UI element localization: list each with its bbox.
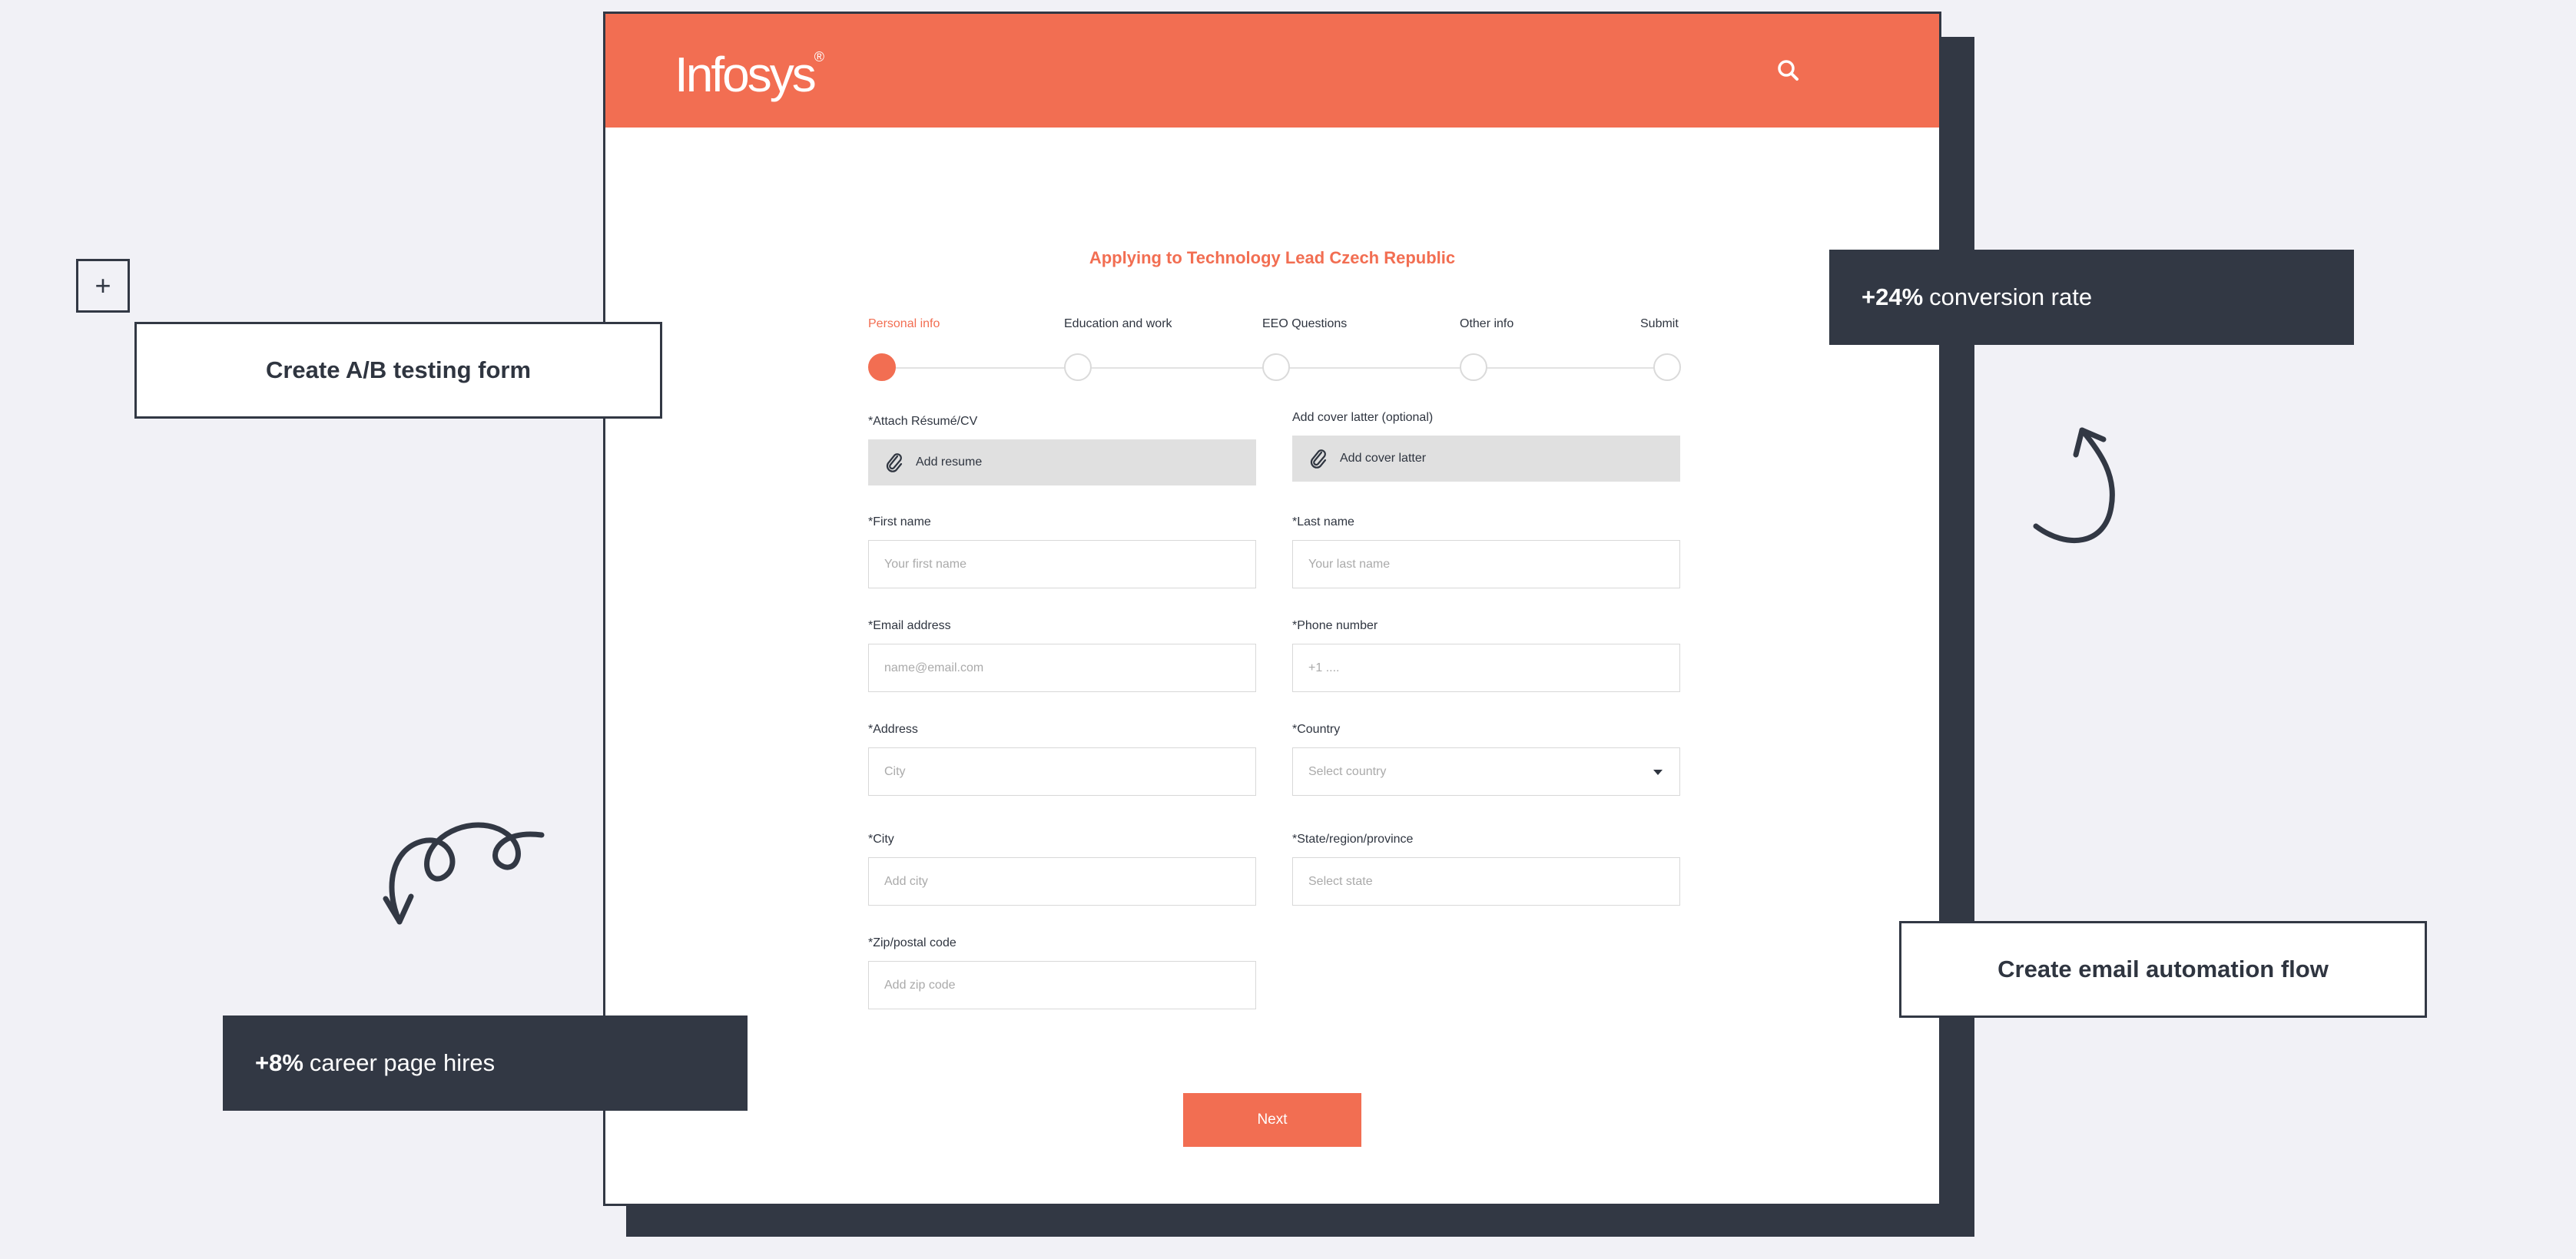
country-field: *Country Select country xyxy=(1292,723,1680,796)
phone-input[interactable] xyxy=(1292,644,1680,692)
form-title: Applying to Technology Lead Czech Republ… xyxy=(1089,248,1456,267)
next-button[interactable]: Next xyxy=(1183,1093,1361,1147)
resume-field: *Attach Résumé/CV Add resume xyxy=(868,415,1256,485)
zip-label: *Zip/postal code xyxy=(868,936,956,949)
step-label: EEO Questions xyxy=(1262,317,1348,330)
paperclip-icon xyxy=(1310,449,1327,469)
last-name-input[interactable] xyxy=(1292,540,1680,588)
step-label: Education and work xyxy=(1064,317,1172,330)
conversion-rate-callout: +24% conversion rate xyxy=(1829,250,2354,345)
state-field: *State/region/province Select state xyxy=(1292,833,1680,906)
first-name-input[interactable] xyxy=(868,540,1256,588)
cover-letter-field: Add cover latter (optional) Add cover la… xyxy=(1292,411,1680,482)
city-field: *City xyxy=(868,833,1256,906)
cover-letter-label: Add cover latter (optional) xyxy=(1292,411,1434,424)
first-name-label: *First name xyxy=(868,515,931,528)
step-dot-current xyxy=(868,353,896,381)
step-label: Personal info xyxy=(868,317,940,330)
loop-arrow-icon xyxy=(383,822,545,925)
add-cover-letter-label: Add cover latter xyxy=(1340,452,1427,465)
logo-registered-mark: ® xyxy=(814,49,825,65)
email-label: *Email address xyxy=(868,619,951,632)
careers-page-window: Infosys® Applying to Technology Lead Cze… xyxy=(603,12,1941,1206)
country-select[interactable]: Select country xyxy=(1292,747,1680,796)
step-personal-info[interactable]: Personal info xyxy=(868,317,940,381)
zip-field: *Zip/postal code xyxy=(868,936,1256,1009)
phone-field: *Phone number xyxy=(1292,619,1680,692)
step-eeo-questions[interactable]: EEO Questions xyxy=(1262,317,1348,381)
last-name-field: *Last name xyxy=(1292,515,1680,588)
step-submit[interactable]: Submit xyxy=(1640,317,1681,381)
email-input[interactable] xyxy=(868,644,1256,692)
step-other-info[interactable]: Other info xyxy=(1460,317,1514,381)
conversion-rate-value: +24% xyxy=(1862,283,1924,310)
site-header: Infosys® xyxy=(605,14,1939,128)
last-name-label: *Last name xyxy=(1292,515,1354,528)
step-education-work[interactable]: Education and work xyxy=(1064,317,1172,381)
address-input[interactable] xyxy=(868,747,1256,796)
search-icon[interactable] xyxy=(1773,55,1804,86)
city-label: *City xyxy=(868,833,894,846)
city-input[interactable] xyxy=(868,857,1256,906)
resume-label: *Attach Résumé/CV xyxy=(868,415,978,428)
step-dot xyxy=(1064,353,1092,381)
curved-arrow-icon xyxy=(2033,427,2115,544)
add-ab-test-button[interactable]: + xyxy=(76,259,130,313)
add-resume-label: Add resume xyxy=(916,456,983,469)
email-automation-callout: Create email automation flow xyxy=(1899,921,2427,1018)
phone-label: *Phone number xyxy=(1292,619,1378,632)
step-progress: Personal info Education and work EEO Que… xyxy=(868,317,1681,386)
step-label: Other info xyxy=(1460,317,1514,330)
step-dot xyxy=(1262,353,1290,381)
conversion-rate-text: conversion rate xyxy=(1929,283,2093,310)
chevron-down-icon xyxy=(1653,770,1663,775)
step-dot xyxy=(1460,353,1487,381)
zip-input[interactable] xyxy=(868,961,1256,1009)
career-hires-callout: +8% career page hires xyxy=(223,1015,748,1111)
state-select-placeholder: Select state xyxy=(1308,874,1373,888)
add-resume-button[interactable]: Add resume xyxy=(868,439,1256,485)
email-field: *Email address xyxy=(868,619,1256,692)
state-label: *State/region/province xyxy=(1292,833,1414,846)
ab-testing-callout: Create A/B testing form xyxy=(134,322,662,419)
career-hires-value: +8% xyxy=(255,1049,303,1076)
state-select[interactable]: Select state xyxy=(1292,857,1680,906)
address-field: *Address xyxy=(868,723,1256,796)
career-hires-text: career page hires xyxy=(309,1049,496,1076)
infosys-logo[interactable]: Infosys® xyxy=(675,46,824,103)
address-label: *Address xyxy=(868,723,918,736)
paperclip-icon xyxy=(886,453,903,472)
country-label: *Country xyxy=(1292,723,1341,736)
country-select-placeholder: Select country xyxy=(1308,764,1387,778)
step-dot xyxy=(1653,353,1681,381)
first-name-field: *First name xyxy=(868,515,1256,588)
add-cover-letter-button[interactable]: Add cover latter xyxy=(1292,436,1680,482)
step-label: Submit xyxy=(1640,317,1679,330)
logo-text: Infosys xyxy=(675,47,817,102)
